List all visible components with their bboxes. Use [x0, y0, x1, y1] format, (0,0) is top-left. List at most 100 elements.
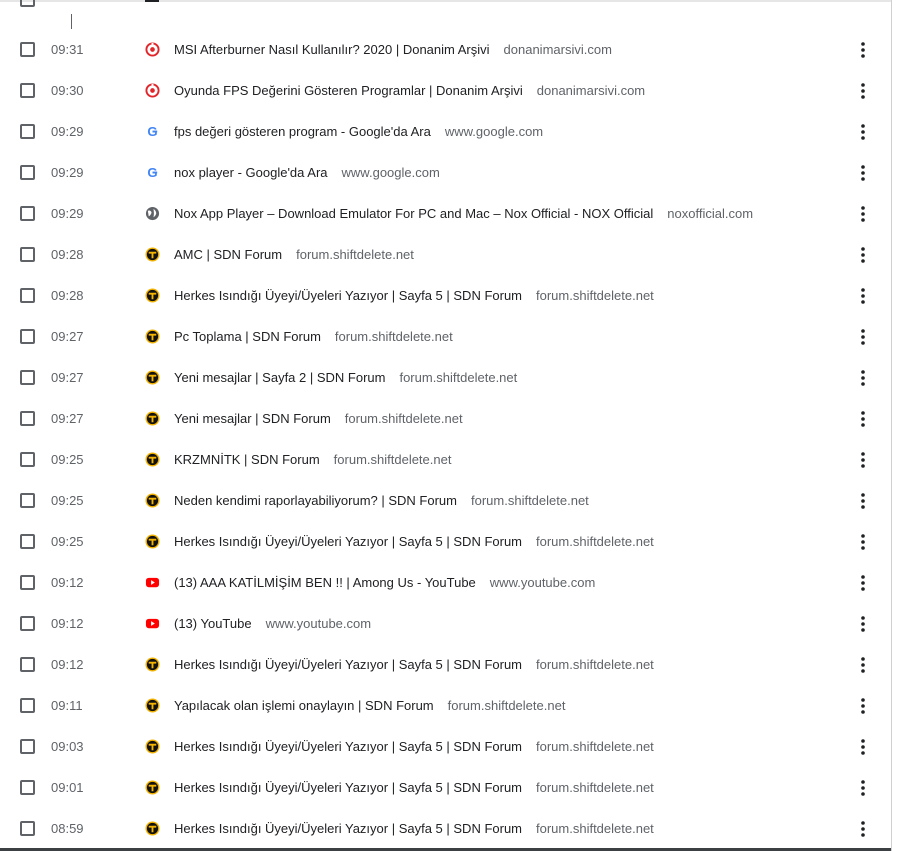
history-entry[interactable]: Nox App Player – Download Emulator For P…	[174, 206, 753, 221]
page-title-link[interactable]: Nox App Player – Download Emulator For P…	[174, 206, 653, 221]
more-actions-icon[interactable]	[857, 614, 869, 634]
history-row[interactable]: 09:29 Gnox player - Google'da Ara www.goog…	[0, 152, 891, 193]
row-checkbox[interactable]	[20, 83, 35, 98]
history-row[interactable]: 09:31 MSI Afterburner Nasıl Kullanılır? 2…	[0, 29, 891, 70]
more-actions-icon[interactable]	[857, 163, 869, 183]
row-checkbox[interactable]	[20, 452, 35, 467]
more-actions-icon[interactable]	[857, 573, 869, 593]
history-entry[interactable]: Yeni mesajlar | SDN Forum forum.shiftdele…	[174, 411, 463, 426]
history-entry[interactable]: Pc Toplama | SDN Forum forum.shiftdelete.…	[174, 329, 453, 344]
history-entry[interactable]: MSI Afterburner Nasıl Kullanılır? 2020 |…	[174, 42, 612, 57]
history-row[interactable]: 09:30 Oyunda FPS Değerini Gösteren Progra…	[0, 70, 891, 111]
page-title-link[interactable]: Herkes Isındığı Üyeyi/Üyeleri Yazıyor | …	[174, 288, 522, 303]
row-checkbox[interactable]	[20, 206, 35, 221]
page-title-link[interactable]: (13) YouTube	[174, 616, 252, 631]
history-entry[interactable]: Herkes Isındığı Üyeyi/Üyeleri Yazıyor | …	[174, 657, 654, 672]
row-checkbox[interactable]	[20, 288, 35, 303]
history-entry[interactable]: Herkes Isındığı Üyeyi/Üyeleri Yazıyor | …	[174, 534, 654, 549]
history-entry[interactable]: Neden kendimi raporlayabiliyorum? | SDN …	[174, 493, 589, 508]
row-checkbox[interactable]	[20, 124, 35, 139]
history-row[interactable]: 09:12 (13) AAA KATİLMİŞİM BEN !! | Among …	[0, 562, 891, 603]
history-entry[interactable]: KRZMNİTK | SDN Forum forum.shiftdelete.ne…	[174, 452, 451, 467]
page-title-link[interactable]: Yeni mesajlar | SDN Forum	[174, 411, 331, 426]
page-title-link[interactable]: Herkes Isındığı Üyeyi/Üyeleri Yazıyor | …	[174, 821, 522, 836]
history-entry[interactable]: nox player - Google'da Ara www.google.com	[174, 165, 440, 180]
history-row[interactable]: 09:12 Herkes Isındığı Üyeyi/Üyeleri Yazıy…	[0, 644, 891, 685]
row-checkbox[interactable]	[20, 698, 35, 713]
page-title-link[interactable]: (13) AAA KATİLMİŞİM BEN !! | Among Us - …	[174, 575, 476, 590]
history-entry[interactable]: Herkes Isındığı Üyeyi/Üyeleri Yazıyor | …	[174, 739, 654, 754]
more-actions-icon[interactable]	[857, 286, 869, 306]
row-checkbox[interactable]	[20, 165, 35, 180]
page-title-link[interactable]: nox player - Google'da Ara	[174, 165, 328, 180]
more-actions-icon[interactable]	[857, 819, 869, 839]
page-title-link[interactable]: Herkes Isındığı Üyeyi/Üyeleri Yazıyor | …	[174, 739, 522, 754]
more-actions-icon[interactable]	[857, 532, 869, 552]
row-checkbox[interactable]	[20, 411, 35, 426]
history-entry[interactable]: Herkes Isındığı Üyeyi/Üyeleri Yazıyor | …	[174, 821, 654, 836]
history-row[interactable]: 09:27 Yeni mesajlar | SDN Forum forum.shif…	[0, 398, 891, 439]
more-actions-icon[interactable]	[857, 778, 869, 798]
more-actions-icon[interactable]	[857, 327, 869, 347]
history-entry[interactable]: Yapılacak olan işlemi onaylayın | SDN Fo…	[174, 698, 565, 713]
history-row[interactable]: 09:12 (13) YouTube www.youtube.com	[0, 603, 891, 644]
history-row[interactable]: 09:28 AMC | SDN Forum forum.shiftdelete.ne…	[0, 234, 891, 275]
more-actions-icon[interactable]	[857, 655, 869, 675]
page-title-link[interactable]: Herkes Isındığı Üyeyi/Üyeleri Yazıyor | …	[174, 780, 522, 795]
row-checkbox[interactable]	[20, 739, 35, 754]
history-entry[interactable]: Herkes Isındığı Üyeyi/Üyeleri Yazıyor | …	[174, 288, 654, 303]
more-actions-icon[interactable]	[857, 204, 869, 224]
history-row[interactable]: 09:25 Neden kendimi raporlayabiliyorum? |…	[0, 480, 891, 521]
page-title-link[interactable]: Yeni mesajlar | Sayfa 2 | SDN Forum	[174, 370, 385, 385]
row-checkbox[interactable]	[20, 616, 35, 631]
history-row[interactable]: 09:25 Herkes Isındığı Üyeyi/Üyeleri Yazıy…	[0, 521, 891, 562]
row-checkbox[interactable]	[20, 821, 35, 836]
row-checkbox[interactable]	[20, 329, 35, 344]
page-title-link[interactable]: Yapılacak olan işlemi onaylayın | SDN Fo…	[174, 698, 434, 713]
history-entry[interactable]: Oyunda FPS Değerini Gösteren Programlar …	[174, 83, 645, 98]
row-checkbox[interactable]	[20, 575, 35, 590]
more-actions-icon[interactable]	[857, 737, 869, 757]
row-checkbox[interactable]	[20, 42, 35, 57]
page-title-link[interactable]: MSI Afterburner Nasıl Kullanılır? 2020 |…	[174, 42, 490, 57]
history-entry[interactable]: fps değeri gösteren program - Google'da …	[174, 124, 543, 139]
row-checkbox[interactable]	[20, 247, 35, 262]
history-row[interactable]: 09:25 KRZMNİTK | SDN Forum forum.shiftdele…	[0, 439, 891, 480]
page-title-link[interactable]: Herkes Isındığı Üyeyi/Üyeleri Yazıyor | …	[174, 657, 522, 672]
more-actions-icon[interactable]	[857, 409, 869, 429]
row-checkbox[interactable]	[20, 780, 35, 795]
history-row[interactable]: 09:27 Yeni mesajlar | Sayfa 2 | SDN Forum…	[0, 357, 891, 398]
more-actions-icon[interactable]	[857, 696, 869, 716]
more-actions-icon[interactable]	[857, 368, 869, 388]
more-actions-icon[interactable]	[857, 245, 869, 265]
page-title-link[interactable]: Pc Toplama | SDN Forum	[174, 329, 321, 344]
more-actions-icon[interactable]	[857, 81, 869, 101]
history-entry[interactable]: AMC | SDN Forum forum.shiftdelete.net	[174, 247, 414, 262]
row-checkbox[interactable]	[20, 534, 35, 549]
more-actions-icon[interactable]	[857, 491, 869, 511]
history-row[interactable]: 09:29 Gfps değeri gösteren program - Goog…	[0, 111, 891, 152]
more-actions-icon[interactable]	[857, 40, 869, 60]
page-title-link[interactable]: Herkes Isındığı Üyeyi/Üyeleri Yazıyor | …	[174, 534, 522, 549]
page-title-link[interactable]: fps değeri gösteren program - Google'da …	[174, 124, 431, 139]
history-row[interactable]: 09:03 Herkes Isındığı Üyeyi/Üyeleri Yazıy…	[0, 726, 891, 767]
history-entry[interactable]: (13) AAA KATİLMİŞİM BEN !! | Among Us - …	[174, 575, 595, 590]
more-actions-icon[interactable]	[857, 122, 869, 142]
history-entry[interactable]: (13) YouTube www.youtube.com	[174, 616, 371, 631]
history-row[interactable]: 08:59 Herkes Isındığı Üyeyi/Üyeleri Yazıy…	[0, 808, 891, 849]
row-checkbox[interactable]	[20, 657, 35, 672]
history-entry[interactable]: Yeni mesajlar | Sayfa 2 | SDN Forum forum…	[174, 370, 517, 385]
history-row[interactable]: 09:01 Herkes Isındığı Üyeyi/Üyeleri Yazıy…	[0, 767, 891, 808]
history-row[interactable]: 09:27 Pc Toplama | SDN Forum forum.shiftde…	[0, 316, 891, 357]
more-actions-icon[interactable]	[857, 450, 869, 470]
history-row[interactable]: 09:29 Nox App Player – Download Emulator …	[0, 193, 891, 234]
history-row[interactable]: 09:11 Yapılacak olan işlemi onaylayın | S…	[0, 685, 891, 726]
history-entry[interactable]: Herkes Isındığı Üyeyi/Üyeleri Yazıyor | …	[174, 780, 654, 795]
history-row[interactable]: 09:28 Herkes Isındığı Üyeyi/Üyeleri Yazıy…	[0, 275, 891, 316]
page-title-link[interactable]: Oyunda FPS Değerini Gösteren Programlar …	[174, 83, 523, 98]
page-title-link[interactable]: Neden kendimi raporlayabiliyorum? | SDN …	[174, 493, 457, 508]
row-checkbox[interactable]	[20, 493, 35, 508]
page-title-link[interactable]: KRZMNİTK | SDN Forum	[174, 452, 320, 467]
partial-row-checkbox[interactable]	[20, 0, 35, 7]
row-checkbox[interactable]	[20, 370, 35, 385]
